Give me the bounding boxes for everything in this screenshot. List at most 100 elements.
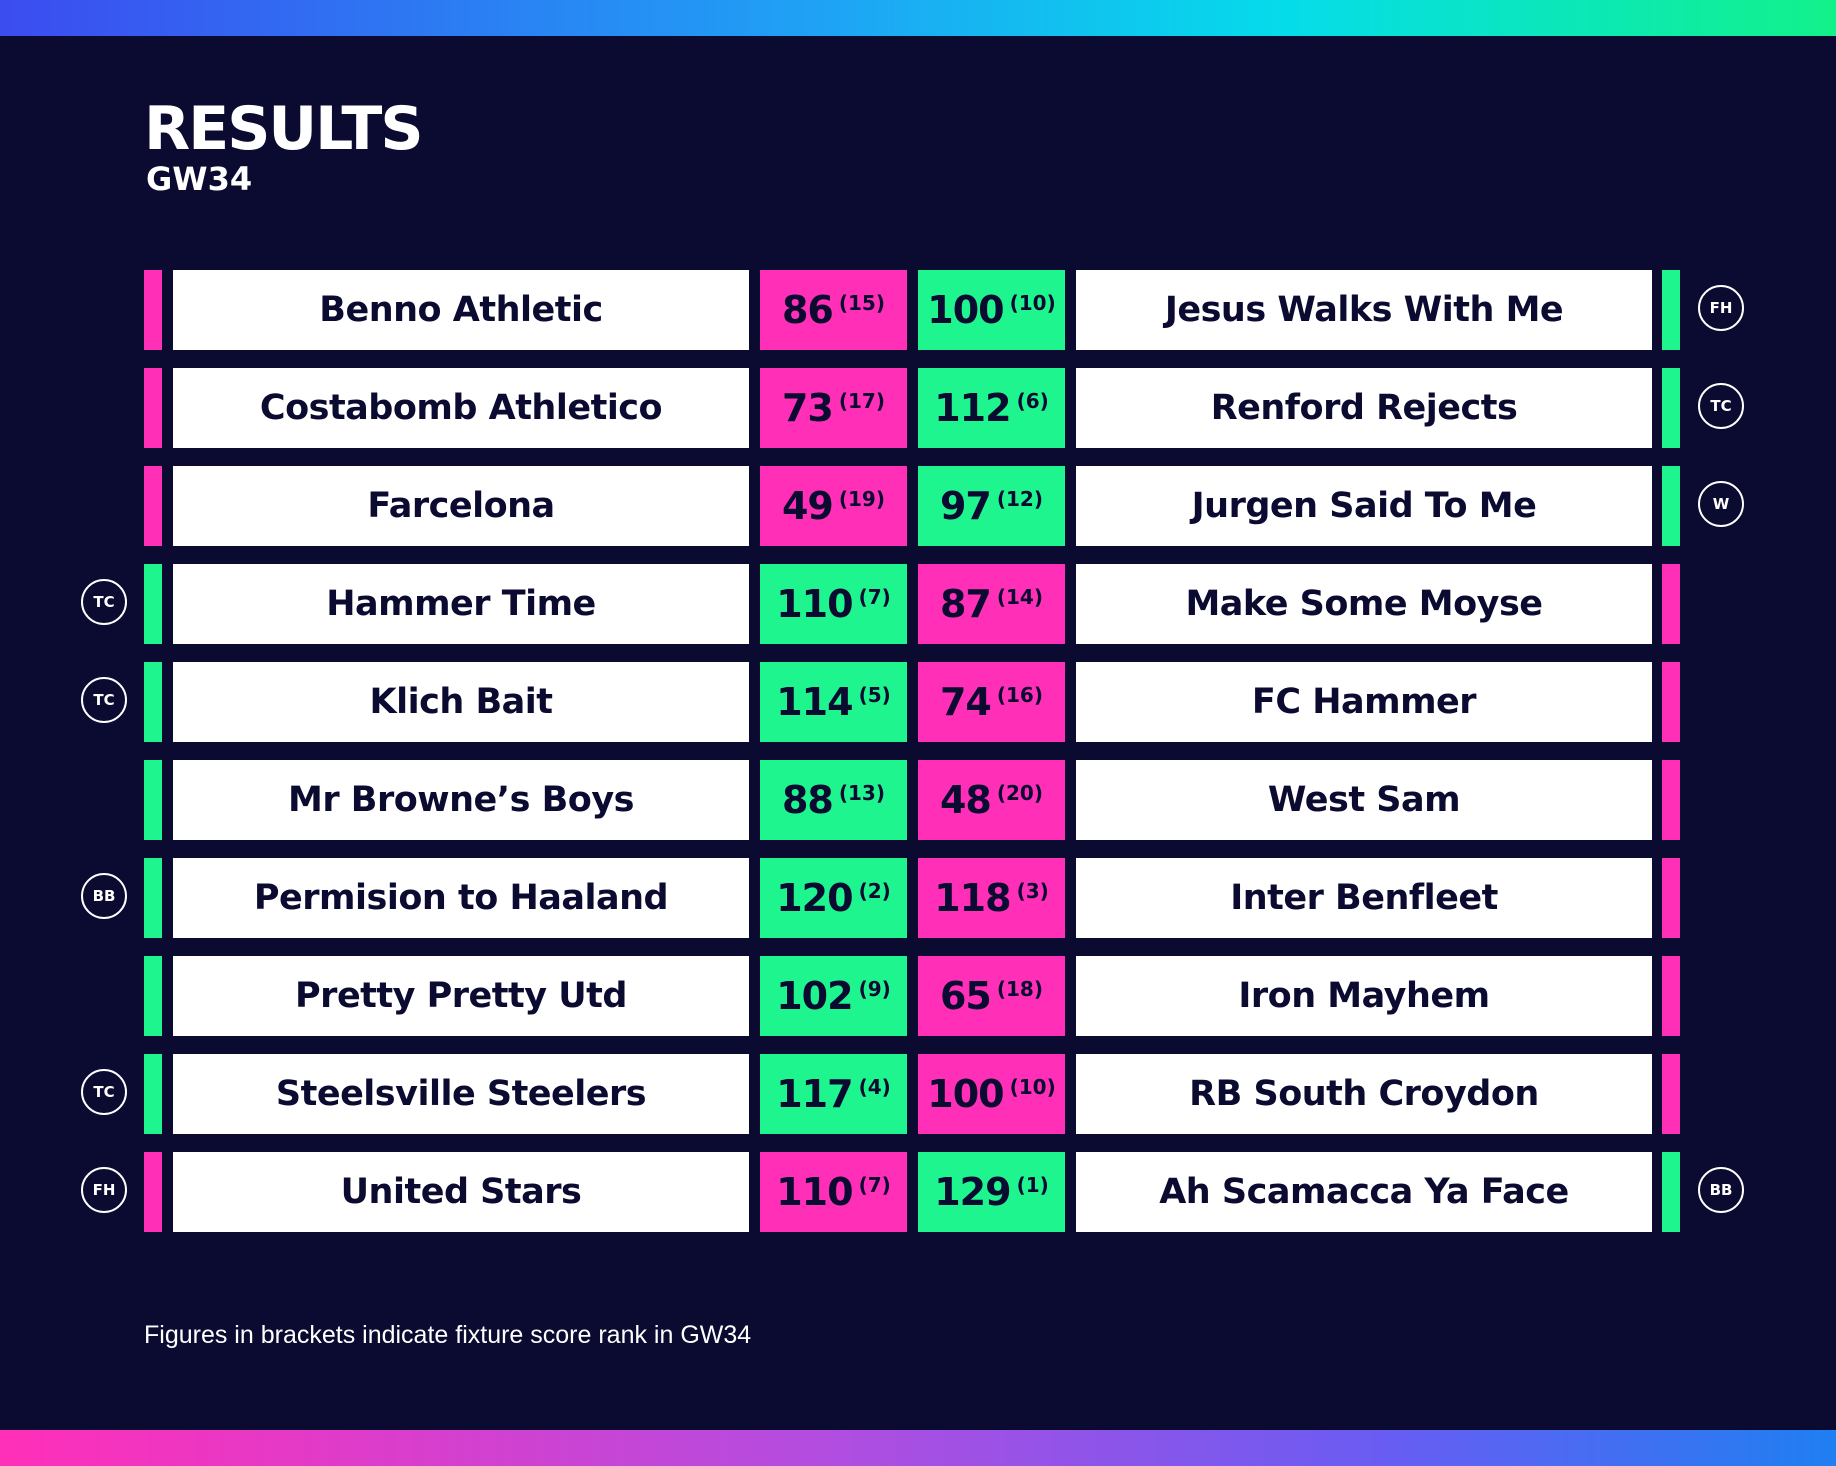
away-result-stripe	[1662, 662, 1680, 742]
away-score-cell: 118 (3)	[918, 858, 1065, 938]
fixture-row: Benno Athletic 86 (15) FH Jesus Walks With M…	[0, 270, 1836, 350]
page-title: RESULTS	[144, 94, 424, 164]
fixture-row: TC Klich Bait 114 (5) FC Hammer 74 (16)	[0, 662, 1836, 742]
gameweek-subtitle: GW34	[146, 160, 253, 198]
home-chip-badge: TC	[81, 677, 127, 723]
home-team-name: Permision to Haaland	[173, 858, 749, 938]
away-team-name: Iron Mayhem	[1076, 956, 1652, 1036]
home-result-stripe	[144, 564, 162, 644]
home-result-stripe	[144, 1054, 162, 1134]
home-team-name: Costabomb Athletico	[173, 368, 749, 448]
home-result-stripe	[144, 466, 162, 546]
home-chip-badge: FH	[81, 1167, 127, 1213]
home-score-points: 49	[781, 484, 834, 528]
away-result-stripe	[1662, 564, 1680, 644]
away-score-cell: 129 (1)	[918, 1152, 1065, 1232]
away-chip-badge: BB	[1698, 1167, 1744, 1213]
home-result-stripe	[144, 760, 162, 840]
home-score-cell: 110 (7)	[760, 564, 907, 644]
home-chip-badge: TC	[81, 1069, 127, 1115]
away-score-cell: 65 (18)	[918, 956, 1065, 1036]
home-team-name: Steelsville Steelers	[173, 1054, 749, 1134]
away-team-name: West Sam	[1076, 760, 1652, 840]
home-score-rank: (4)	[858, 1075, 891, 1099]
fixture-row: TC Steelsville Steelers 117 (4) RB South Cro…	[0, 1054, 1836, 1134]
away-score-points: 100	[927, 1072, 1004, 1116]
away-score-points: 97	[939, 484, 992, 528]
home-score-rank: (2)	[858, 879, 891, 903]
fixture-row: BB Permision to Haaland 120 (2) Inter Benfle…	[0, 858, 1836, 938]
away-result-stripe	[1662, 368, 1680, 448]
away-chip-badge: W	[1698, 481, 1744, 527]
home-result-stripe	[144, 858, 162, 938]
away-score-points: 129	[934, 1170, 1011, 1214]
away-score-points: 87	[939, 582, 992, 626]
home-score-rank: (15)	[838, 291, 885, 315]
away-result-stripe	[1662, 760, 1680, 840]
home-score-points: 110	[776, 582, 853, 626]
home-result-stripe	[144, 368, 162, 448]
home-result-stripe	[144, 956, 162, 1036]
away-score-cell: 97 (12)	[918, 466, 1065, 546]
home-team-name: Mr Browne’s Boys	[173, 760, 749, 840]
home-score-points: 120	[776, 876, 853, 920]
away-score-points: 112	[934, 386, 1011, 430]
fixture-row: Costabomb Athletico 73 (17) TC Renford Rejec…	[0, 368, 1836, 448]
away-score-points: 48	[939, 778, 992, 822]
away-result-stripe	[1662, 858, 1680, 938]
away-score-rank: (18)	[996, 977, 1043, 1001]
away-score-points: 100	[927, 288, 1004, 332]
home-score-points: 86	[781, 288, 834, 332]
home-score-cell: 49 (19)	[760, 466, 907, 546]
away-team-name: Jurgen Said To Me	[1076, 466, 1652, 546]
fixture-row: TC Hammer Time 110 (7) Make Some Moyse 87 (14)	[0, 564, 1836, 644]
home-result-stripe	[144, 1152, 162, 1232]
fixture-row: FH United Stars 110 (7) BB Ah Scamacca Ya Fac…	[0, 1152, 1836, 1232]
home-score-points: 117	[776, 1072, 853, 1116]
home-score-rank: (13)	[838, 781, 885, 805]
home-score-points: 114	[776, 680, 853, 724]
away-score-rank: (1)	[1016, 1173, 1049, 1197]
away-team-name: Jesus Walks With Me	[1076, 270, 1652, 350]
home-score-cell: 120 (2)	[760, 858, 907, 938]
away-score-rank: (20)	[996, 781, 1043, 805]
away-score-cell: 100 (10)	[918, 1054, 1065, 1134]
home-score-rank: (5)	[858, 683, 891, 707]
away-chip-badge: FH	[1698, 285, 1744, 331]
home-score-cell: 114 (5)	[760, 662, 907, 742]
home-score-cell: 86 (15)	[760, 270, 907, 350]
bottom-gradient-bar	[0, 1430, 1836, 1466]
away-result-stripe	[1662, 270, 1680, 350]
away-team-name: Make Some Moyse	[1076, 564, 1652, 644]
home-score-rank: (19)	[838, 487, 885, 511]
away-team-name: FC Hammer	[1076, 662, 1652, 742]
home-team-name: Pretty Pretty Utd	[173, 956, 749, 1036]
home-score-cell: 73 (17)	[760, 368, 907, 448]
home-team-name: Benno Athletic	[173, 270, 749, 350]
away-score-cell: 87 (14)	[918, 564, 1065, 644]
top-gradient-bar	[0, 0, 1836, 36]
home-score-cell: 88 (13)	[760, 760, 907, 840]
home-score-points: 73	[781, 386, 834, 430]
home-team-name: Farcelona	[173, 466, 749, 546]
home-score-rank: (9)	[858, 977, 891, 1001]
home-score-cell: 102 (9)	[760, 956, 907, 1036]
away-score-points: 74	[939, 680, 992, 724]
away-result-stripe	[1662, 1054, 1680, 1134]
away-score-points: 118	[934, 876, 1011, 920]
home-score-cell: 110 (7)	[760, 1152, 907, 1232]
away-result-stripe	[1662, 956, 1680, 1036]
home-result-stripe	[144, 662, 162, 742]
fixture-row: Farcelona 49 (19) W Jurgen Said To Me 97 (12)	[0, 466, 1836, 546]
away-score-rank: (10)	[1009, 291, 1056, 315]
away-score-rank: (10)	[1009, 1075, 1056, 1099]
footnote: Figures in brackets indicate fixture sco…	[144, 1321, 752, 1349]
away-score-rank: (3)	[1016, 879, 1049, 903]
home-score-points: 102	[776, 974, 853, 1018]
away-score-cell: 74 (16)	[918, 662, 1065, 742]
away-chip-badge: TC	[1698, 383, 1744, 429]
away-team-name: Inter Benfleet	[1076, 858, 1652, 938]
away-score-cell: 112 (6)	[918, 368, 1065, 448]
away-team-name: Ah Scamacca Ya Face	[1076, 1152, 1652, 1232]
home-team-name: United Stars	[173, 1152, 749, 1232]
